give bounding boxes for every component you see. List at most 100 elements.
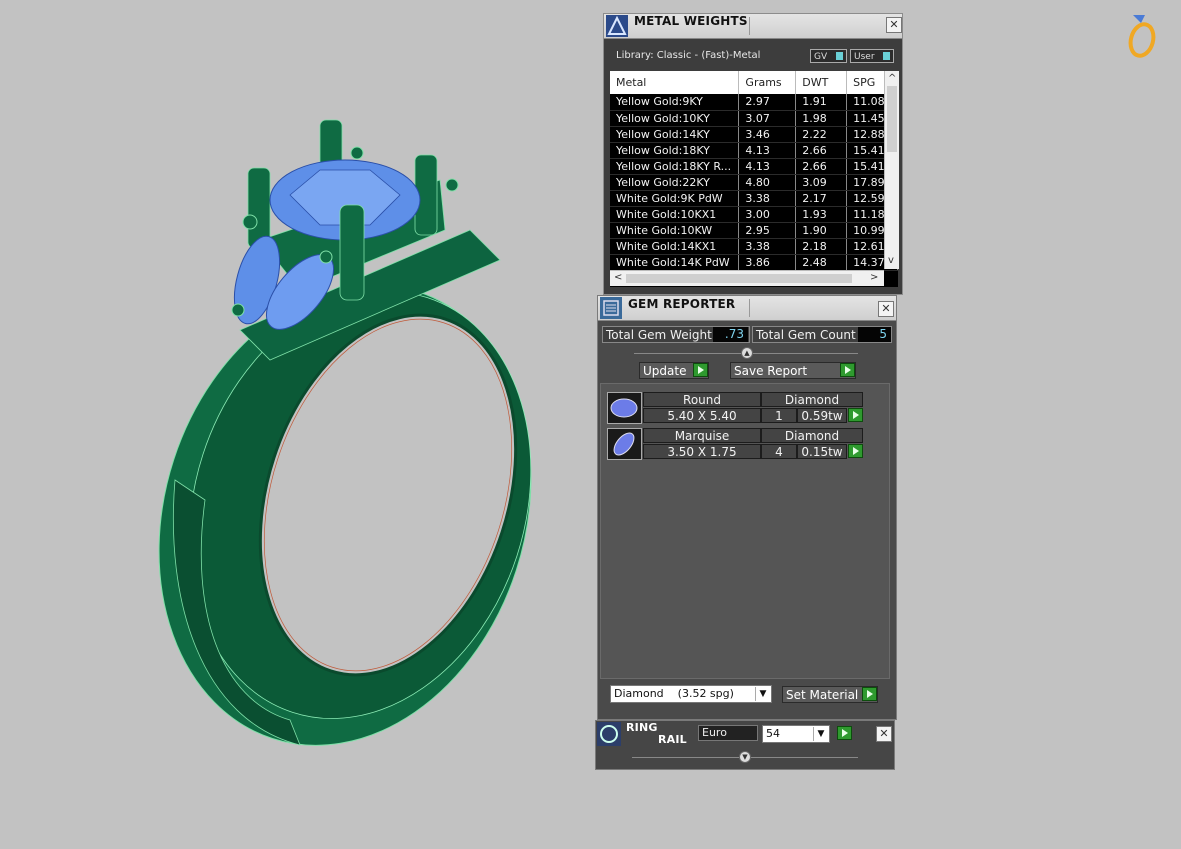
material-select[interactable]: Diamond (3.52 spg) ▼ <box>610 685 772 703</box>
metal-weights-icon <box>606 15 628 37</box>
set-material-go-icon[interactable] <box>862 687 877 701</box>
dwt-cell: 2.18 <box>795 238 848 255</box>
ring-standard-field[interactable]: Euro <box>698 725 758 741</box>
update-go-icon[interactable] <box>693 363 708 377</box>
gem-material: Diamond <box>761 428 863 443</box>
gem-marquise-go-icon[interactable] <box>848 444 863 458</box>
chevron-down-icon[interactable]: ▼ <box>755 687 770 701</box>
gem-row-round[interactable]: Round Diamond 5.40 X 5.40 1 0.59tw <box>607 392 865 424</box>
save-report-go-icon[interactable] <box>840 363 855 377</box>
user-label: User <box>854 52 875 62</box>
h-scroll-thumb[interactable] <box>626 274 852 283</box>
round-gem-thumbnail <box>607 392 642 424</box>
ring-size-select[interactable]: 54 ▼ <box>762 725 830 743</box>
metal-cell: Yellow Gold:18KY <box>610 142 740 159</box>
metal-cell: Yellow Gold:22KY <box>610 174 740 191</box>
table-row[interactable]: White Gold:10KX1 3.00 1.93 11.18 <box>610 206 898 223</box>
table-row[interactable]: White Gold:10KW 2.95 1.90 10.99 <box>610 222 898 239</box>
grams-cell: 3.86 <box>738 254 797 271</box>
grams-cell: 4.13 <box>738 158 797 175</box>
metal-cell: Yellow Gold:18KY R... <box>610 158 740 175</box>
gv-toggle[interactable]: GV <box>810 49 847 63</box>
column-header-grams[interactable]: Grams <box>738 71 797 94</box>
metal-cell: Yellow Gold:9KY <box>610 94 740 111</box>
column-header-dwt[interactable]: DWT <box>795 71 848 94</box>
total-gem-weight-value: .73 <box>713 327 748 342</box>
total-gem-weight-text: Total Gem Weight <box>606 328 712 342</box>
ring-model[interactable] <box>0 0 595 849</box>
vertical-scrollbar[interactable]: ^ v <box>884 71 899 269</box>
table-row[interactable]: Yellow Gold:18KY R... 4.13 2.66 15.41 <box>610 158 898 175</box>
grams-cell: 3.38 <box>738 190 797 207</box>
metal-cell: Yellow Gold:10KY <box>610 110 740 127</box>
chevron-down-icon[interactable]: ▼ <box>813 727 828 741</box>
dwt-cell: 2.17 <box>795 190 848 207</box>
ring-logo-icon[interactable] <box>1125 13 1159 58</box>
update-button-label: Update <box>643 364 687 378</box>
scroll-right-icon[interactable]: > <box>870 272 878 283</box>
scroll-left-icon[interactable]: < <box>614 272 622 283</box>
ring-size-value: 54 <box>766 727 780 740</box>
table-row[interactable]: White Gold:14KX1 3.38 2.18 12.61 <box>610 238 898 255</box>
gem-size: 5.40 X 5.40 <box>643 408 761 423</box>
ring-rail-close-button[interactable]: ✕ <box>876 726 892 742</box>
gem-row-marquise[interactable]: Marquise Diamond 3.50 X 1.75 4 0.15tw <box>607 428 865 460</box>
gem-reporter-icon <box>600 297 622 319</box>
metal-weights-panel: METAL WEIGHTS ✕ Library: Classic - (Fast… <box>603 13 903 295</box>
gem-count: 4 <box>761 444 797 459</box>
ring-rail-go-icon[interactable] <box>837 726 852 740</box>
gem-reporter-titlebar[interactable]: GEM REPORTER ✕ <box>598 296 896 321</box>
ring-rail-title-2: RAIL <box>658 733 687 746</box>
grams-cell: 2.95 <box>738 222 797 239</box>
dwt-cell: 3.09 <box>795 174 848 191</box>
grams-cell: 4.13 <box>738 142 797 159</box>
metal-cell: White Gold:10KW <box>610 222 740 239</box>
table-row[interactable]: White Gold:14K PdW 3.86 2.48 14.37 <box>610 254 898 271</box>
metal-weights-titlebar[interactable]: METAL WEIGHTS ✕ <box>604 14 902 39</box>
scroll-up-icon[interactable]: ^ <box>888 73 896 84</box>
table-row[interactable]: Yellow Gold:18KY 4.13 2.66 15.41 <box>610 142 898 159</box>
total-gem-count-text: Total Gem Count <box>756 328 856 342</box>
horizontal-scrollbar[interactable]: < > <box>610 270 884 286</box>
dwt-cell: 1.98 <box>795 110 848 127</box>
gem-shape: Round <box>643 392 761 407</box>
scroll-thumb[interactable] <box>887 86 897 152</box>
gem-round-go-icon[interactable] <box>848 408 863 422</box>
save-report-button[interactable]: Save Report <box>730 362 856 379</box>
table-row[interactable]: Yellow Gold:14KY 3.46 2.22 12.88 <box>610 126 898 143</box>
3d-viewport[interactable] <box>0 0 595 849</box>
grams-cell: 2.97 <box>738 94 797 111</box>
gv-label: GV <box>814 52 828 62</box>
column-header-metal[interactable]: Metal <box>610 71 740 94</box>
gem-material: Diamond <box>761 392 863 407</box>
collapse-up-icon[interactable]: ▲ <box>741 347 753 359</box>
metal-weights-title: METAL WEIGHTS <box>634 14 748 28</box>
grams-cell: 4.80 <box>738 174 797 191</box>
scroll-down-icon[interactable]: v <box>888 255 894 266</box>
ring-rail-title-1: RING <box>626 721 658 734</box>
metal-weights-close-button[interactable]: ✕ <box>886 17 902 33</box>
gem-reporter-close-button[interactable]: ✕ <box>878 301 894 317</box>
update-button[interactable]: Update <box>639 362 709 379</box>
gem-weight: 0.59tw <box>797 408 847 423</box>
table-row[interactable]: Yellow Gold:22KY 4.80 3.09 17.89 <box>610 174 898 191</box>
metal-weights-body: Library: Classic - (Fast)-Metal GV User … <box>604 39 902 294</box>
metal-cell: White Gold:9K PdW <box>610 190 740 207</box>
gem-list: Round Diamond 5.40 X 5.40 1 0.59tw Marqu… <box>600 383 890 679</box>
gem-reporter-title: GEM REPORTER <box>628 297 736 311</box>
collapse-down-icon[interactable]: ▼ <box>739 751 751 763</box>
dwt-cell: 2.48 <box>795 254 848 271</box>
total-gem-count-value: 5 <box>858 327 891 342</box>
table-row[interactable]: White Gold:9K PdW 3.38 2.17 12.59 <box>610 190 898 207</box>
metal-cell: White Gold:10KX1 <box>610 206 740 223</box>
user-toggle[interactable]: User <box>850 49 894 63</box>
table-row[interactable]: Yellow Gold:9KY 2.97 1.91 11.08 <box>610 94 898 111</box>
metal-cell: White Gold:14KX1 <box>610 238 740 255</box>
metal-cell: White Gold:14K PdW <box>610 254 740 271</box>
metal-weights-table[interactable]: Metal Grams DWT SPG Yellow Gold:9KY 2.97 1… <box>610 71 898 287</box>
gem-count: 1 <box>761 408 797 423</box>
grams-cell: 3.46 <box>738 126 797 143</box>
table-row[interactable]: Yellow Gold:10KY 3.07 1.98 11.45 <box>610 110 898 127</box>
set-material-button[interactable]: Set Material <box>782 686 878 703</box>
ring-rail-icon <box>597 722 621 746</box>
